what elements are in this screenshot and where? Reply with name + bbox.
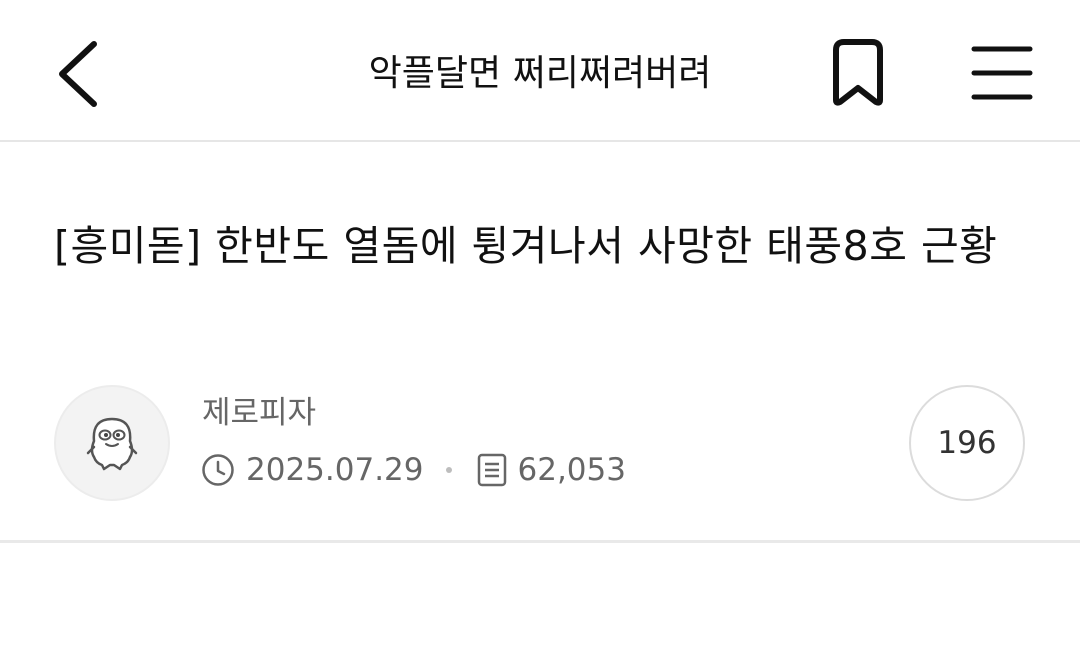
chevron-left-icon bbox=[59, 41, 97, 107]
back-button[interactable] bbox=[50, 36, 110, 112]
separator-dot bbox=[445, 467, 452, 473]
board-title: 악플달면 쩌리쩌려버려 bbox=[368, 53, 712, 94]
menu-button[interactable] bbox=[966, 40, 1038, 106]
section-divider bbox=[0, 540, 1080, 543]
hamburger-menu-icon bbox=[971, 46, 1033, 100]
post-title: [흥미돋] 한반도 열돔에 튕겨나서 사망한 태풍8호 근황 bbox=[54, 222, 998, 270]
clock-icon bbox=[200, 452, 236, 488]
bookmark-icon bbox=[833, 39, 883, 106]
top-navigation-bar: 악플달면 쩌리쩌려버려 bbox=[0, 0, 1080, 142]
post-date: 2025.07.29 bbox=[246, 452, 424, 488]
comment-count-button[interactable]: 196 bbox=[909, 385, 1025, 501]
view-count: 62,053 bbox=[517, 452, 626, 488]
author-name[interactable]: 제로피자 bbox=[202, 393, 316, 433]
bookmark-button[interactable] bbox=[822, 36, 894, 112]
post-meta: 2025.07.29 62,053 bbox=[200, 450, 626, 490]
cartoon-avatar-icon bbox=[86, 417, 138, 471]
author-avatar[interactable] bbox=[54, 385, 170, 501]
document-icon bbox=[474, 452, 510, 488]
